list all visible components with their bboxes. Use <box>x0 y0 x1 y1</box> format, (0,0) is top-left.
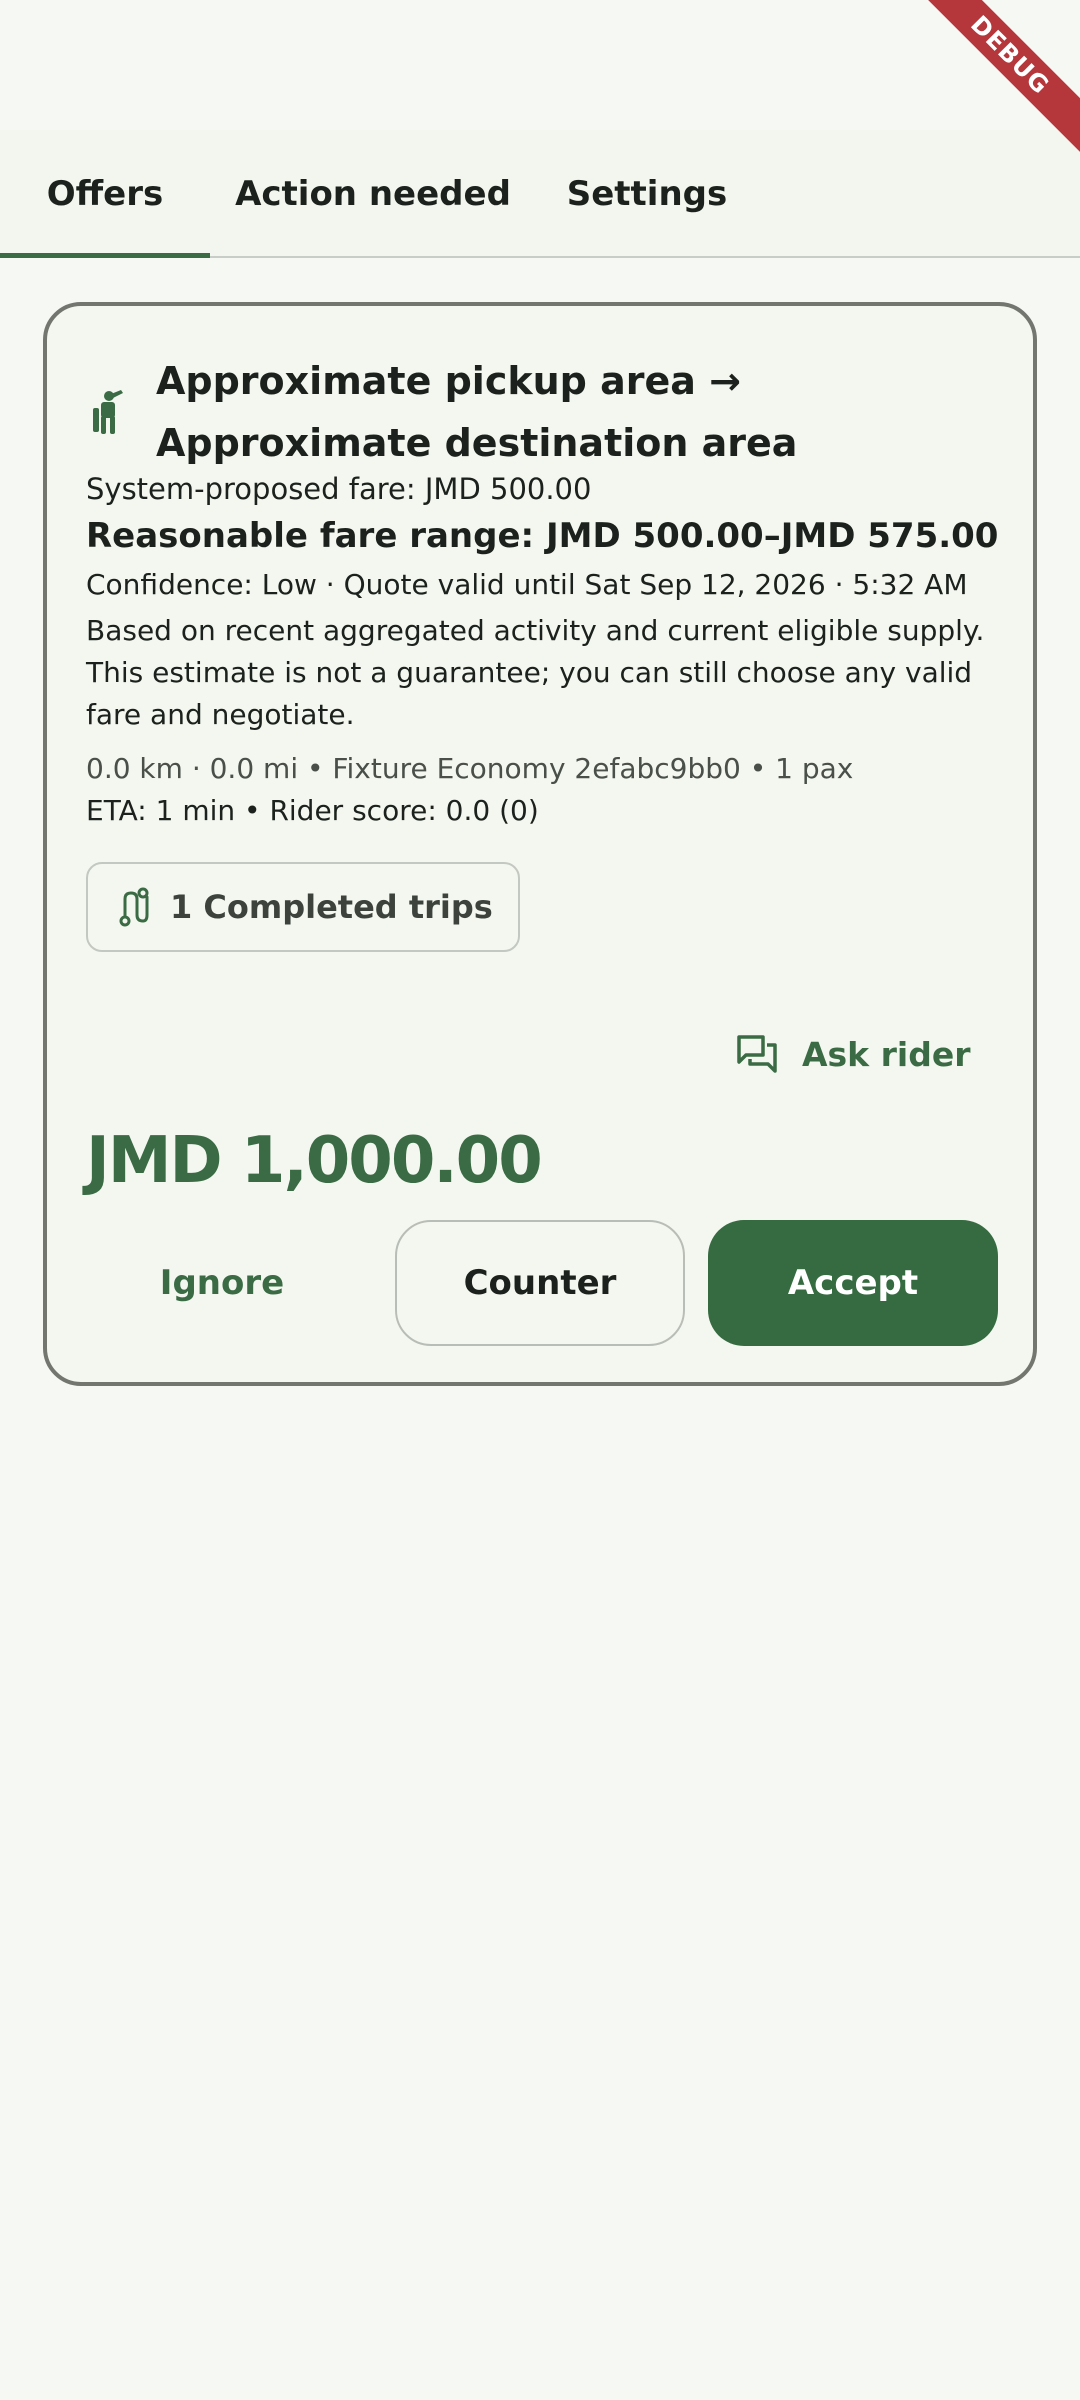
trip-meta: 0.0 km · 0.0 mi • Fixture Economy 2efabc… <box>86 752 854 785</box>
counter-button-label: Counter <box>463 1263 617 1303</box>
person-hailing-icon <box>93 390 123 434</box>
route-title: Approximate pickup area → Approximate de… <box>156 359 798 465</box>
eta-rider-score: ETA: 1 min • Rider score: 0.0 (0) <box>86 794 539 827</box>
accept-button-label: Accept <box>787 1263 919 1303</box>
chat-bubbles-icon <box>737 1035 777 1073</box>
estimate-explanation: Based on recent aggregated activity and … <box>86 614 985 731</box>
reasonable-fare-range: Reasonable fare range: JMD 500.00–JMD 57… <box>86 516 999 556</box>
accept-button[interactable]: Accept <box>708 1220 998 1346</box>
ignore-button[interactable]: Ignore <box>86 1220 358 1346</box>
completed-trips-label: 1 Completed trips <box>170 888 493 926</box>
ignore-button-label: Ignore <box>159 1263 285 1303</box>
route-icon <box>119 887 149 927</box>
tab-action-needed-label: Action needed <box>235 174 511 214</box>
quote-confidence: Confidence: Low · Quote valid until Sat … <box>86 568 968 601</box>
tab-action-needed[interactable]: Action needed <box>210 130 536 258</box>
system-proposed-fare: System-proposed fare: JMD 500.00 <box>86 472 592 506</box>
offer-price: JMD 1,000.00 <box>86 1124 543 1198</box>
offer-card[interactable]: Approximate pickup area → Approximate de… <box>43 302 1037 1386</box>
tab-offers[interactable]: Offers <box>0 130 210 258</box>
completed-trips-chip[interactable]: 1 Completed trips <box>86 862 520 952</box>
tab-selected-indicator <box>0 253 210 258</box>
ask-rider-label: Ask rider <box>802 1034 971 1074</box>
tab-settings-label: Settings <box>566 174 728 214</box>
ask-rider-button[interactable]: Ask rider <box>736 1026 970 1082</box>
tab-offers-label: Offers <box>46 174 164 214</box>
tab-bar: Offers Action needed Settings <box>0 130 1080 258</box>
counter-button[interactable]: Counter <box>395 1220 685 1346</box>
tab-settings[interactable]: Settings <box>536 130 758 258</box>
